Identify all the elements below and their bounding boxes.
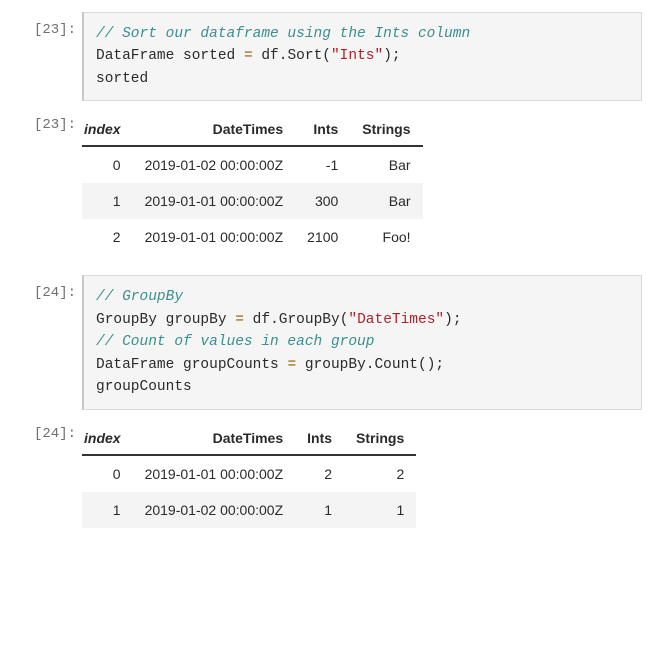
code-token: df — [261, 48, 278, 64]
output-area: index DateTimes Ints Strings 0 2019-01-0… — [82, 416, 642, 542]
code-token: Count — [374, 357, 418, 373]
code-token: ( — [322, 48, 331, 64]
code-token: "DateTimes" — [348, 312, 444, 328]
table-row: 0 2019-01-01 00:00:00Z 2 2 — [82, 455, 416, 492]
table-cell: 1 — [82, 183, 133, 219]
code-cell: [24]: // GroupBy GroupBy groupBy = df.Gr… — [0, 275, 656, 409]
table-cell: 2100 — [295, 219, 350, 255]
code-token: df — [253, 312, 270, 328]
code-token: groupBy — [166, 312, 227, 328]
code-token: DataFrame — [96, 357, 174, 373]
table-cell: 0 — [82, 146, 133, 183]
table-cell: 2019-01-01 00:00:00Z — [133, 219, 296, 255]
code-token: = — [287, 357, 296, 373]
code-token: GroupBy — [279, 312, 340, 328]
output-prompt: [23]: — [0, 107, 82, 269]
code-token: ; — [453, 312, 462, 328]
code-comment: // GroupBy — [96, 289, 183, 305]
table-cell: 2 — [344, 455, 416, 492]
code-token: "Ints" — [331, 48, 383, 64]
dataframe-table: index DateTimes Ints Strings 0 2019-01-0… — [82, 422, 416, 528]
code-token: . — [270, 312, 279, 328]
table-cell: -1 — [295, 146, 350, 183]
code-token: groupCounts — [183, 357, 279, 373]
table-cell: 2 — [82, 219, 133, 255]
output-prompt: [24]: — [0, 416, 82, 542]
table-cell: Bar — [350, 146, 422, 183]
table-header-row: index DateTimes Ints Strings — [82, 113, 423, 146]
code-token: DataFrame — [96, 48, 174, 64]
code-token: sorted — [183, 48, 235, 64]
table-header: Ints — [295, 422, 344, 455]
table-cell: 1 — [295, 492, 344, 528]
code-token: GroupBy — [96, 312, 157, 328]
input-prompt: [24]: — [0, 275, 82, 409]
table-cell: 2019-01-01 00:00:00Z — [133, 183, 296, 219]
table-index-header: index — [82, 113, 133, 146]
table-header: DateTimes — [133, 422, 296, 455]
code-token: sorted — [96, 71, 148, 87]
code-token: groupCounts — [96, 379, 192, 395]
table-row: 2 2019-01-01 00:00:00Z 2100 Foo! — [82, 219, 423, 255]
table-cell: 0 — [82, 455, 133, 492]
table-header: Strings — [350, 113, 422, 146]
input-prompt: [23]: — [0, 12, 82, 101]
code-comment: // Count of values in each group — [96, 334, 374, 350]
table-cell: 1 — [82, 492, 133, 528]
table-cell: 2019-01-02 00:00:00Z — [133, 146, 296, 183]
table-row: 0 2019-01-02 00:00:00Z -1 Bar — [82, 146, 423, 183]
table-cell: 2 — [295, 455, 344, 492]
output-cell: [24]: index DateTimes Ints Strings 0 201… — [0, 416, 656, 542]
table-index-header: index — [82, 422, 133, 455]
code-content: // Sort our dataframe using the Ints col… — [96, 23, 629, 90]
code-token: ) — [383, 48, 392, 64]
code-content: // GroupBy GroupBy groupBy = df.GroupBy(… — [96, 286, 629, 398]
table-cell: 2019-01-01 00:00:00Z — [133, 455, 296, 492]
table-cell: 1 — [344, 492, 416, 528]
output-cell: [23]: index DateTimes Ints Strings 0 201… — [0, 107, 656, 269]
table-cell: Foo! — [350, 219, 422, 255]
code-token: Sort — [287, 48, 322, 64]
table-cell: Bar — [350, 183, 422, 219]
code-editor[interactable]: // GroupBy GroupBy groupBy = df.GroupBy(… — [82, 275, 642, 409]
table-header: Ints — [295, 113, 350, 146]
code-token: = — [244, 48, 253, 64]
code-token: groupBy — [305, 357, 366, 373]
code-comment: // Sort our dataframe using the Ints col… — [96, 26, 470, 42]
table-header: Strings — [344, 422, 416, 455]
code-editor[interactable]: // Sort our dataframe using the Ints col… — [82, 12, 642, 101]
code-token: ; — [392, 48, 401, 64]
code-cell: [23]: // Sort our dataframe using the In… — [0, 12, 656, 101]
code-token: ( — [418, 357, 427, 373]
table-header-row: index DateTimes Ints Strings — [82, 422, 416, 455]
code-token: = — [235, 312, 244, 328]
table-cell: 2019-01-02 00:00:00Z — [133, 492, 296, 528]
table-cell: 300 — [295, 183, 350, 219]
code-token: ) — [444, 312, 453, 328]
table-header: DateTimes — [133, 113, 296, 146]
code-token: ; — [435, 357, 444, 373]
output-area: index DateTimes Ints Strings 0 2019-01-0… — [82, 107, 642, 269]
table-row: 1 2019-01-01 00:00:00Z 300 Bar — [82, 183, 423, 219]
table-row: 1 2019-01-02 00:00:00Z 1 1 — [82, 492, 416, 528]
dataframe-table: index DateTimes Ints Strings 0 2019-01-0… — [82, 113, 423, 255]
